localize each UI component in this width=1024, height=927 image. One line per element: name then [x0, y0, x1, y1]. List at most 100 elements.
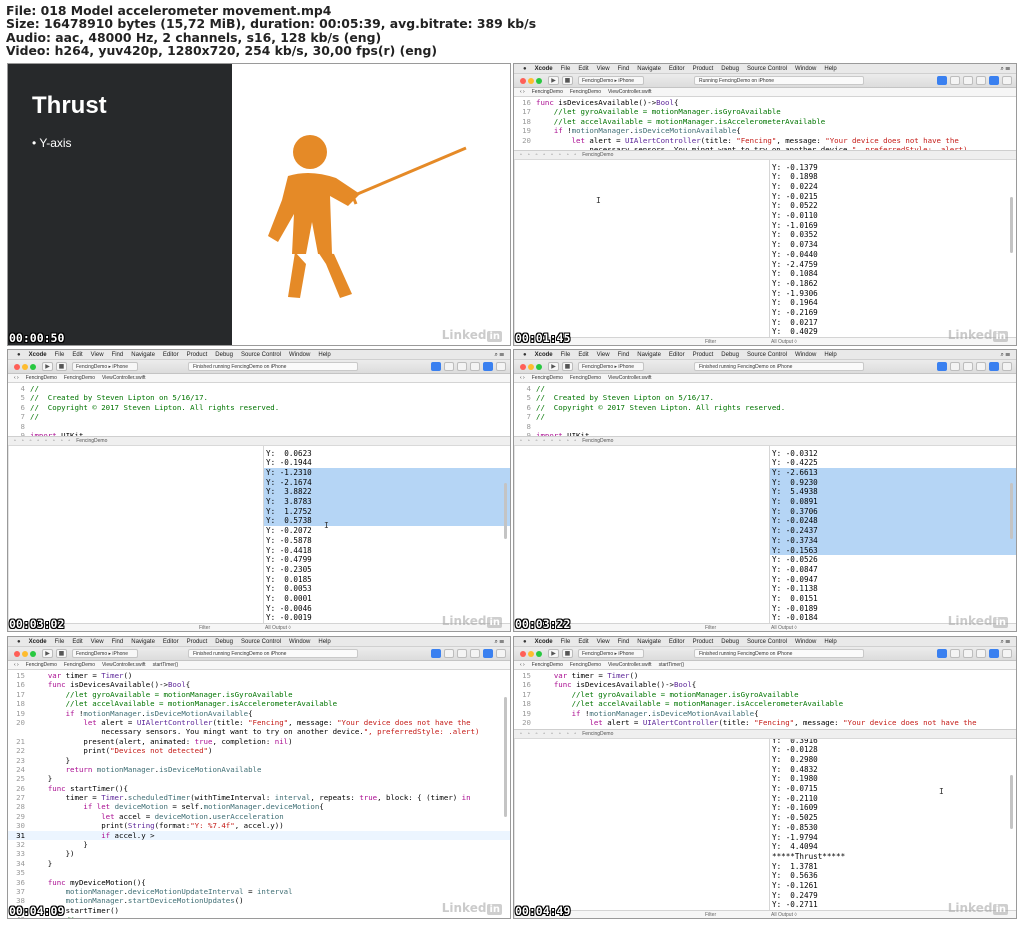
- stop-button[interactable]: ■: [562, 76, 573, 85]
- menu-item-window[interactable]: Window: [795, 352, 816, 358]
- variables-filter[interactable]: Filter: [199, 624, 210, 631]
- breadcrumb-group[interactable]: FencingDemo: [570, 662, 601, 668]
- step-out-icon[interactable]: ▫: [53, 438, 55, 444]
- menu-item-app[interactable]: Xcode: [29, 352, 47, 358]
- menu-item-debug[interactable]: Debug: [215, 352, 233, 358]
- close-window-button[interactable]: [520, 364, 526, 370]
- close-window-button[interactable]: [14, 364, 20, 370]
- menu-item-window[interactable]: Window: [795, 66, 816, 72]
- assistant-editor-button[interactable]: [950, 76, 960, 85]
- standard-editor-button[interactable]: [937, 649, 947, 658]
- apple-menu-icon[interactable]: ●: [523, 352, 527, 358]
- menu-item-product[interactable]: Product: [693, 639, 714, 645]
- variables-filter[interactable]: Filter: [705, 624, 716, 631]
- output-selector[interactable]: All Output ◊: [771, 911, 797, 918]
- step-into-icon[interactable]: ▫: [551, 152, 553, 158]
- breadcrumb-project[interactable]: FencingDemo: [532, 375, 563, 381]
- breadcrumb-group[interactable]: FencingDemo: [64, 375, 95, 381]
- menu-item-navigate[interactable]: Navigate: [131, 352, 155, 358]
- debug-area-toggle-button[interactable]: [483, 649, 493, 658]
- view-hierarchy-icon[interactable]: ▫: [567, 152, 569, 158]
- menu-item-edit[interactable]: Edit: [578, 352, 588, 358]
- hide-debug-area-icon[interactable]: ▫: [520, 438, 522, 444]
- menu-item-help[interactable]: Help: [318, 352, 330, 358]
- navigator-toggle-button[interactable]: [470, 362, 480, 371]
- menu-item-source-control[interactable]: Source Control: [747, 639, 787, 645]
- menu-item-window[interactable]: Window: [289, 352, 310, 358]
- assistant-editor-button[interactable]: [444, 362, 454, 371]
- menu-item-window[interactable]: Window: [795, 639, 816, 645]
- menu-item-file[interactable]: File: [561, 352, 571, 358]
- assistant-editor-button[interactable]: [950, 362, 960, 371]
- menu-item-find[interactable]: Find: [618, 66, 630, 72]
- menu-item-find[interactable]: Find: [112, 639, 124, 645]
- location-icon[interactable]: ▫: [68, 438, 70, 444]
- breadcrumb-function[interactable]: startTimer(): [153, 662, 179, 668]
- assistant-editor-button[interactable]: [950, 649, 960, 658]
- menu-item-window[interactable]: Window: [289, 639, 310, 645]
- menu-item-find[interactable]: Find: [618, 639, 630, 645]
- breadcrumb-function[interactable]: startTimer(): [659, 662, 685, 668]
- menu-item-edit[interactable]: Edit: [72, 639, 82, 645]
- back-forward-icon[interactable]: ‹ ›: [14, 662, 19, 668]
- console-output-area[interactable]: Y: -0.0908*****Thrust*****Y: -0.4922Y: 0…: [514, 739, 1016, 918]
- debug-area-toggle-button[interactable]: [989, 362, 999, 371]
- view-hierarchy-icon[interactable]: ▫: [567, 438, 569, 444]
- step-into-icon[interactable]: ▫: [551, 731, 553, 737]
- apple-menu-icon[interactable]: ●: [17, 639, 21, 645]
- variables-filter[interactable]: Filter: [705, 911, 716, 918]
- continue-icon[interactable]: ▫: [536, 152, 538, 158]
- menu-item-view[interactable]: View: [597, 66, 610, 72]
- menu-item-source-control[interactable]: Source Control: [747, 66, 787, 72]
- version-editor-button[interactable]: [963, 649, 973, 658]
- menu-item-navigate[interactable]: Navigate: [637, 639, 661, 645]
- menu-item-file[interactable]: File: [55, 639, 65, 645]
- zoom-window-button[interactable]: [536, 364, 542, 370]
- scheme-selector[interactable]: FencingDemo ▸ iPhone: [72, 649, 138, 658]
- location-icon[interactable]: ▫: [574, 438, 576, 444]
- scheme-selector[interactable]: FencingDemo ▸ iPhone: [578, 76, 644, 85]
- apple-menu-icon[interactable]: ●: [523, 639, 527, 645]
- view-hierarchy-icon[interactable]: ▫: [567, 731, 569, 737]
- hide-debug-area-icon[interactable]: ▫: [14, 438, 16, 444]
- menu-item-product[interactable]: Product: [187, 639, 208, 645]
- stop-button[interactable]: ■: [562, 649, 573, 658]
- standard-editor-button[interactable]: [431, 649, 441, 658]
- breadcrumb-file[interactable]: ViewController.swift: [608, 375, 652, 381]
- zoom-window-button[interactable]: [536, 651, 542, 657]
- step-over-icon[interactable]: ▫: [543, 438, 545, 444]
- menu-item-debug[interactable]: Debug: [215, 639, 233, 645]
- utilities-toggle-button[interactable]: [496, 362, 506, 371]
- menu-item-help[interactable]: Help: [824, 66, 836, 72]
- stop-button[interactable]: ■: [56, 649, 67, 658]
- navigator-toggle-button[interactable]: [470, 649, 480, 658]
- menu-item-debug[interactable]: Debug: [721, 352, 739, 358]
- variables-filter[interactable]: Filter: [705, 338, 716, 345]
- close-window-button[interactable]: [520, 78, 526, 84]
- menu-item-file[interactable]: File: [561, 639, 571, 645]
- step-out-icon[interactable]: ▫: [559, 152, 561, 158]
- menu-item-editor[interactable]: Editor: [163, 352, 179, 358]
- code-editor[interactable]: 15 var timer = Timer() 16 func isDevicesA…: [514, 671, 1016, 729]
- console-scrollbar[interactable]: [1010, 775, 1013, 830]
- breadcrumb-file[interactable]: ViewController.swift: [608, 89, 652, 95]
- breakpoints-toggle-icon[interactable]: ▫: [528, 731, 530, 737]
- location-icon[interactable]: ▫: [574, 731, 576, 737]
- standard-editor-button[interactable]: [431, 362, 441, 371]
- run-button[interactable]: ▶: [548, 362, 559, 371]
- view-hierarchy-icon[interactable]: ▫: [61, 438, 63, 444]
- back-forward-icon[interactable]: ‹ ›: [520, 662, 525, 668]
- utilities-toggle-button[interactable]: [1002, 362, 1012, 371]
- menu-item-source-control[interactable]: Source Control: [241, 639, 281, 645]
- navigator-toggle-button[interactable]: [976, 362, 986, 371]
- breadcrumb-group[interactable]: FencingDemo: [570, 375, 601, 381]
- menu-item-app[interactable]: Xcode: [535, 352, 553, 358]
- menu-item-view[interactable]: View: [597, 352, 610, 358]
- menu-item-debug[interactable]: Debug: [721, 639, 739, 645]
- scheme-selector[interactable]: FencingDemo ▸ iPhone: [578, 649, 644, 658]
- scheme-selector[interactable]: FencingDemo ▸ iPhone: [72, 362, 138, 371]
- breadcrumb-file[interactable]: ViewController.swift: [102, 375, 146, 381]
- back-forward-icon[interactable]: ‹ ›: [520, 375, 525, 381]
- apple-menu-icon[interactable]: ●: [523, 66, 527, 72]
- editor-scrollbar[interactable]: [504, 697, 507, 817]
